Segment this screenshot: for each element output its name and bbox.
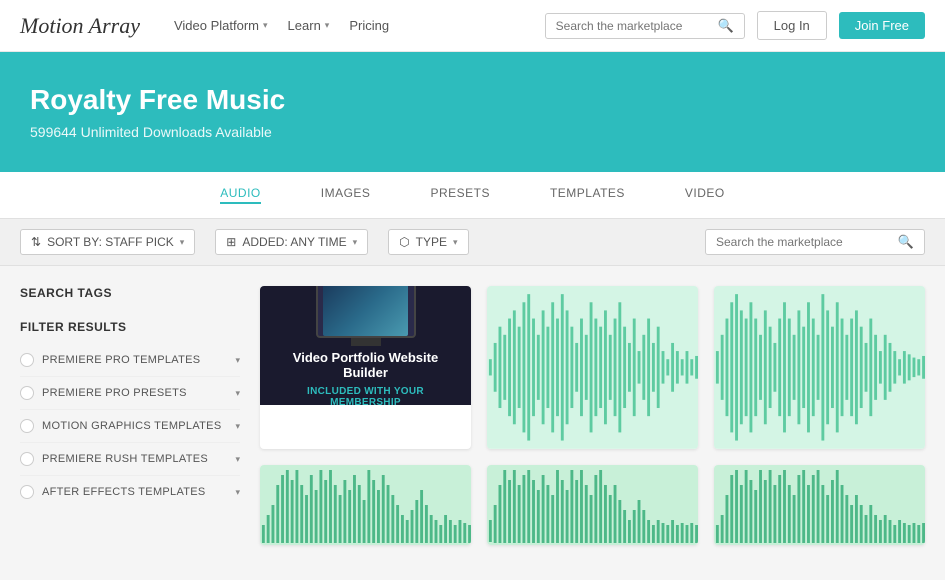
card-thumb-green-1 bbox=[260, 465, 471, 545]
promo-monitor-icon bbox=[316, 286, 416, 338]
hero-section: Royalty Free Music 599644 Unlimited Down… bbox=[0, 52, 945, 172]
hero-subtitle: 599644 Unlimited Downloads Available bbox=[30, 124, 915, 140]
header-right: 🔍 Log In Join Free bbox=[545, 11, 925, 40]
main-content: SEARCH TAGS FILTER RESULTS PREMIERE PRO … bbox=[0, 266, 945, 565]
added-button[interactable]: ⊞ ADDED: ANY TIME ▾ bbox=[215, 229, 368, 255]
sidebar: SEARCH TAGS FILTER RESULTS PREMIERE PRO … bbox=[20, 286, 240, 545]
chevron-down-icon: ▾ bbox=[235, 355, 240, 366]
filter-label: PREMIERE PRO PRESETS bbox=[42, 387, 227, 399]
card-thumb-green-2 bbox=[487, 465, 698, 545]
card-bottom-2 bbox=[487, 465, 698, 545]
card-thumb-waveform2 bbox=[714, 286, 925, 449]
waveform-svg2 bbox=[714, 286, 925, 449]
filter-premiere-rush-templates[interactable]: PREMIERE RUSH TEMPLATES ▾ bbox=[20, 443, 240, 476]
calendar-icon: ⊞ bbox=[226, 235, 236, 249]
join-button[interactable]: Join Free bbox=[839, 12, 925, 39]
nav-learn[interactable]: Learn ▾ bbox=[288, 18, 330, 33]
filter-after-effects-templates[interactable]: AFTER EFFECTS TEMPLATES ▾ bbox=[20, 476, 240, 508]
search-icon: 🔍 bbox=[898, 234, 914, 250]
promo-title: Video Portfolio Website Builder bbox=[280, 350, 451, 380]
type-button[interactable]: ⬡ TYPE ▾ bbox=[388, 229, 468, 255]
waveform-svg bbox=[487, 286, 698, 449]
waveform-svg-bottom1 bbox=[260, 465, 471, 545]
promo-subtitle: INCLUDED WITH YOUR MEMBERSHIP bbox=[280, 386, 451, 404]
waveform-svg-bottom3 bbox=[714, 465, 925, 545]
card-from-the-clouds: From The Clouds MUSIC ▶ ⬇ bbox=[714, 286, 925, 449]
card-thumb-green-3 bbox=[714, 465, 925, 545]
hero-title: Royalty Free Music bbox=[30, 84, 915, 116]
filter-radio-icon bbox=[20, 485, 34, 499]
card-silver-and-gold: Silver And Gold MUSIC ▶ ⬇ bbox=[487, 286, 698, 449]
waveform-svg-bottom2 bbox=[487, 465, 698, 545]
content-grid: Video Portfolio Website Builder INCLUDED… bbox=[260, 286, 925, 545]
category-nav: AUDIO IMAGES PRESETS TEMPLATES VIDEO bbox=[0, 172, 945, 219]
filter-premiere-pro-templates[interactable]: PREMIERE PRO TEMPLATES ▾ bbox=[20, 344, 240, 377]
promo-screen bbox=[323, 286, 408, 336]
filter-radio-icon bbox=[20, 452, 34, 466]
promo-card[interactable]: Video Portfolio Website Builder INCLUDED… bbox=[260, 286, 471, 449]
sort-button[interactable]: ⇅ SORT BY: STAFF PICK ▾ bbox=[20, 229, 195, 255]
cards-grid: Video Portfolio Website Builder INCLUDED… bbox=[260, 286, 925, 545]
chevron-down-icon: ▾ bbox=[235, 487, 240, 498]
filter-label: AFTER EFFECTS TEMPLATES bbox=[42, 486, 227, 498]
cat-nav-audio[interactable]: AUDIO bbox=[220, 186, 261, 204]
sort-label: SORT BY: STAFF PICK bbox=[47, 235, 174, 249]
search-icon: 🔍 bbox=[717, 18, 733, 34]
filter-radio-icon bbox=[20, 419, 34, 433]
cat-nav-templates[interactable]: TEMPLATES bbox=[550, 186, 625, 204]
chevron-down-icon: ▾ bbox=[353, 237, 358, 248]
card-thumb-waveform bbox=[487, 286, 698, 449]
cat-nav-presets[interactable]: PRESETS bbox=[430, 186, 490, 204]
header: Motion Array Video Platform ▾ Learn ▾ Pr… bbox=[0, 0, 945, 52]
filter-search-bar[interactable]: 🔍 bbox=[705, 229, 925, 255]
filter-label: PREMIERE PRO TEMPLATES bbox=[42, 354, 227, 366]
chevron-down-icon: ▾ bbox=[235, 388, 240, 399]
filter-label: MOTION GRAPHICS TEMPLATES bbox=[42, 420, 227, 432]
filter-motion-graphics-templates[interactable]: MOTION GRAPHICS TEMPLATES ▾ bbox=[20, 410, 240, 443]
nav-pricing[interactable]: Pricing bbox=[349, 18, 389, 33]
filter-results-title: FILTER RESULTS bbox=[20, 320, 240, 334]
logo[interactable]: Motion Array bbox=[20, 13, 140, 39]
filter-premiere-pro-presets[interactable]: PREMIERE PRO PRESETS ▾ bbox=[20, 377, 240, 410]
type-label: TYPE bbox=[416, 235, 447, 249]
chevron-down-icon: ▾ bbox=[325, 20, 330, 31]
filter-bar: ⇅ SORT BY: STAFF PICK ▾ ⊞ ADDED: ANY TIM… bbox=[0, 219, 945, 266]
chevron-down-icon: ▾ bbox=[235, 421, 240, 432]
card-bottom-3 bbox=[714, 465, 925, 545]
nav-menu: Video Platform ▾ Learn ▾ Pricing bbox=[174, 18, 521, 33]
login-button[interactable]: Log In bbox=[757, 11, 827, 40]
chevron-down-icon: ▾ bbox=[235, 454, 240, 465]
sort-icon: ⇅ bbox=[31, 235, 41, 249]
tag-icon: ⬡ bbox=[399, 235, 409, 249]
card-bottom-1 bbox=[260, 465, 471, 545]
added-label: ADDED: ANY TIME bbox=[242, 235, 346, 249]
promo-card-thumb: Video Portfolio Website Builder INCLUDED… bbox=[260, 286, 471, 405]
chevron-down-icon: ▾ bbox=[453, 237, 458, 248]
chevron-down-icon: ▾ bbox=[263, 20, 268, 31]
chevron-down-icon: ▾ bbox=[180, 237, 185, 248]
filter-search-input[interactable] bbox=[716, 235, 892, 249]
filter-radio-icon bbox=[20, 386, 34, 400]
header-search-bar[interactable]: 🔍 bbox=[545, 13, 745, 39]
cat-nav-video[interactable]: VIDEO bbox=[685, 186, 725, 204]
cat-nav-images[interactable]: IMAGES bbox=[321, 186, 371, 204]
header-search-input[interactable] bbox=[556, 19, 712, 33]
filter-radio-icon bbox=[20, 353, 34, 367]
nav-video-platform[interactable]: Video Platform ▾ bbox=[174, 18, 268, 33]
filter-label: PREMIERE RUSH TEMPLATES bbox=[42, 453, 227, 465]
search-tags-title: SEARCH TAGS bbox=[20, 286, 240, 300]
